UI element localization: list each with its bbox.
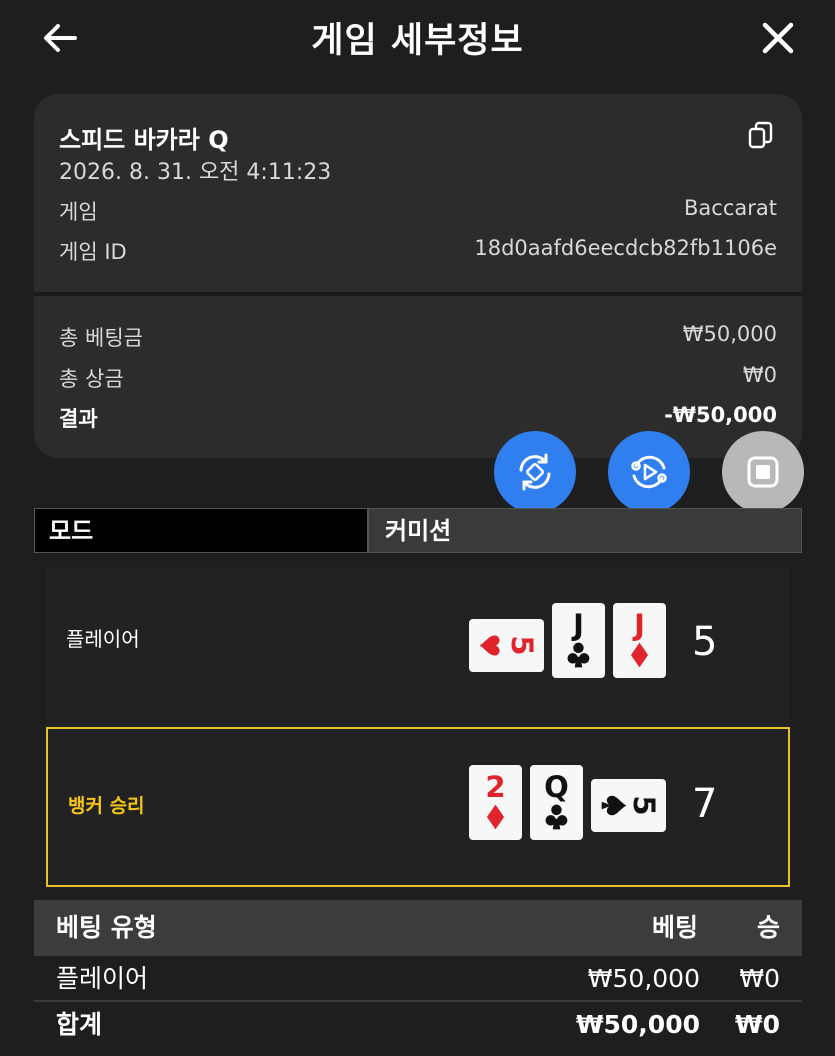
spade-suit-icon	[601, 795, 627, 816]
game-type-label: 게임	[59, 200, 98, 224]
total-win-label: 총 상금	[59, 367, 124, 391]
video-replay-icon	[631, 455, 667, 489]
banker-total: 7	[692, 781, 718, 827]
copy-button[interactable]	[746, 120, 776, 150]
game-type-row: 게임 Baccarat	[59, 196, 777, 226]
bet-type-header: 베팅 유형	[56, 913, 157, 942]
result-row: 결과 -₩50,000	[59, 403, 777, 433]
club-suit-icon	[567, 642, 590, 668]
total-type-cell: 합계	[56, 1010, 103, 1039]
result-label: 결과	[59, 407, 98, 431]
tab-commission[interactable]: 커미션	[368, 508, 802, 553]
game-summary-card: 스피드 바카라 Q 2026. 8. 31. 오전 4:11:23 게임 Bac…	[34, 94, 802, 458]
mode-tabs: 모드 커미션	[34, 508, 802, 553]
bet-type-cell: 플레이어	[56, 964, 149, 993]
player-hand-label: 플레이어	[66, 627, 140, 651]
bet-win-cell: ₩0	[739, 964, 780, 993]
banker-card-3: 5	[591, 779, 666, 832]
player-card-rank: J	[632, 608, 645, 642]
video-replay-button[interactable]	[608, 431, 690, 513]
player-card-rank: 5	[505, 635, 539, 655]
total-amount-cell: ₩50,000	[575, 1010, 700, 1039]
banker-hand-label: 뱅커 승리	[68, 795, 145, 817]
replay-rotate-icon	[519, 453, 551, 491]
close-button[interactable]	[756, 16, 800, 60]
total-win-value: ₩0	[742, 363, 777, 387]
player-card-3: J	[613, 603, 666, 678]
game-id-label: 게임 ID	[59, 240, 127, 264]
club-suit-icon	[545, 804, 568, 830]
bet-amount-cell: ₩50,000	[587, 964, 700, 993]
heart-suit-icon	[479, 635, 500, 656]
card-divider	[34, 292, 802, 296]
player-hand: 플레이어 5 J J 5	[46, 567, 790, 723]
game-name: 스피드 바카라 Q	[59, 126, 229, 154]
total-bet-label: 총 베팅금	[59, 326, 143, 350]
game-id-row: 게임 ID 18d0aafd6eecdcb82fb1106e	[59, 236, 777, 266]
bet-win-header: 승	[756, 913, 780, 942]
player-card-rank: J	[571, 608, 584, 642]
player-card-1: 5	[469, 619, 544, 672]
banker-card-rank: 5	[627, 795, 661, 815]
total-win-row: 총 상금 ₩0	[59, 363, 777, 393]
banker-card-rank: Q	[544, 770, 569, 804]
result-value: -₩50,000	[664, 403, 777, 427]
game-id-value: 18d0aafd6eecdcb82fb1106e	[474, 236, 777, 260]
page-title: 게임 세부정보	[311, 21, 524, 61]
total-bet-value: ₩50,000	[682, 322, 777, 346]
diamond-suit-icon	[630, 642, 649, 668]
diamond-suit-icon	[486, 804, 505, 830]
tab-mode[interactable]: 모드	[34, 508, 368, 553]
hands-panel: 플레이어 5 J J 5 뱅커 승리 2 Q 5 7	[46, 567, 790, 887]
close-icon	[762, 22, 794, 54]
copy-icon	[748, 121, 773, 149]
total-bet-row: 총 베팅금 ₩50,000	[59, 322, 777, 352]
bet-table-header: 베팅 유형 베팅 승	[34, 900, 802, 956]
total-row: 합계 ₩50,000 ₩0	[34, 1003, 802, 1047]
stop-button[interactable]	[722, 431, 804, 513]
row-divider	[34, 1000, 802, 1002]
banker-hand: 뱅커 승리 2 Q 5 7	[46, 727, 790, 887]
table-row: 플레이어 ₩50,000 ₩0	[34, 957, 802, 1001]
banker-card-rank: 2	[485, 770, 505, 804]
stop-icon	[747, 456, 779, 488]
header-bar: 게임 세부정보	[0, 0, 835, 76]
player-total: 5	[692, 619, 718, 665]
game-timestamp: 2026. 8. 31. 오전 4:11:23	[59, 160, 332, 185]
banker-card-2: Q	[530, 765, 583, 840]
total-win-cell: ₩0	[735, 1010, 780, 1039]
game-type-value: Baccarat	[684, 196, 777, 220]
bet-amount-header: 베팅	[651, 913, 698, 942]
player-card-2: J	[552, 603, 605, 678]
replay-button[interactable]	[494, 431, 576, 513]
banker-card-1: 2	[469, 765, 522, 840]
